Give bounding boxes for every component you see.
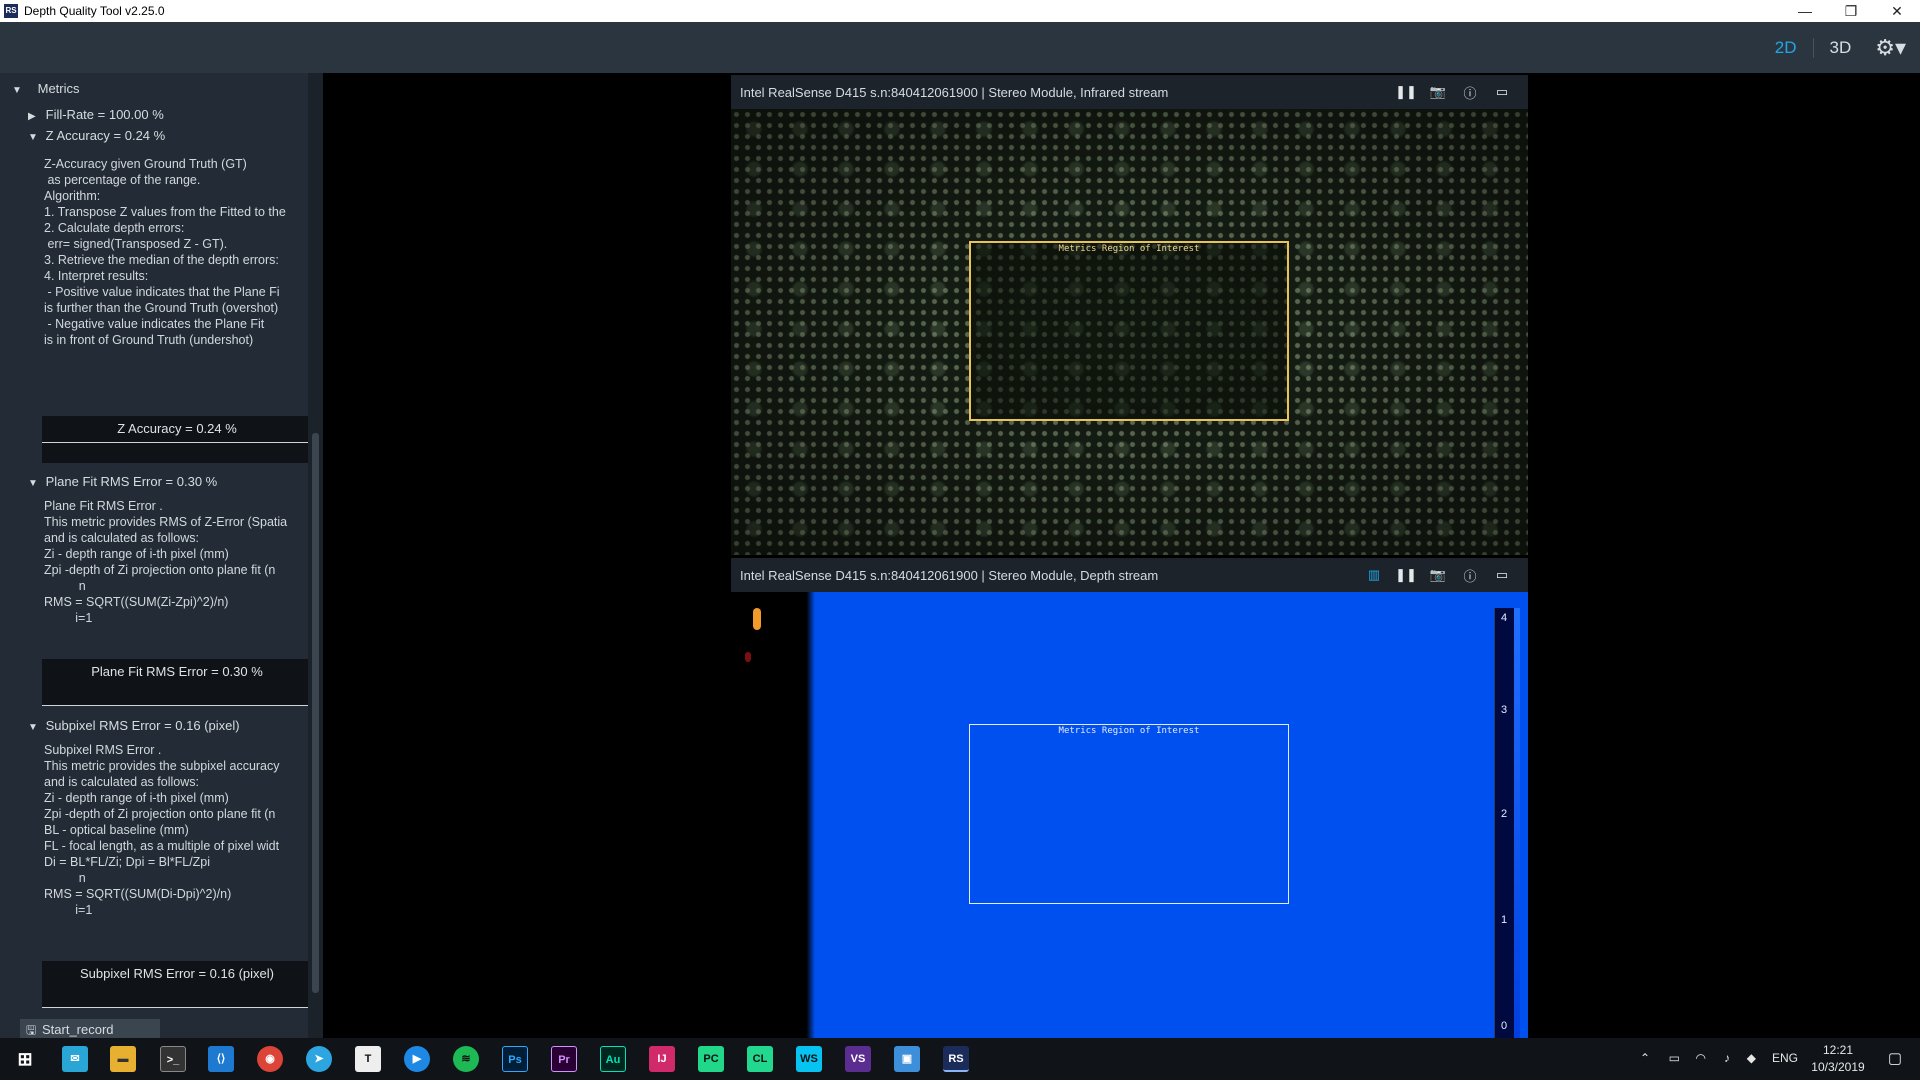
webstorm-icon[interactable]: WS: [796, 1046, 822, 1072]
collapse-triangle-icon: ▼: [12, 85, 22, 96]
expand-triangle-icon: ▶: [28, 111, 36, 122]
infrared-image: Metrics Region of Interest: [731, 109, 1528, 555]
mail-icon[interactable]: ✉: [62, 1046, 88, 1072]
typora-icon[interactable]: T: [355, 1046, 381, 1072]
colorbar-tick: 1: [1501, 914, 1508, 926]
colorbar-tick: 0: [1501, 1020, 1508, 1032]
premiere-icon[interactable]: Pr: [551, 1046, 577, 1072]
subpixel-description: Subpixel RMS Error . This metric provide…: [44, 743, 280, 917]
battery-icon[interactable]: ▭: [1669, 1051, 1680, 1065]
view-2d-button[interactable]: 2D: [1759, 37, 1814, 58]
windows-taskbar: ⊞ ✉ ▬ >_ ⟨⟩ ◉ ➤ T ▶ ≋ Ps Pr Au IJ PC CL …: [0, 1038, 1920, 1080]
terminal-icon[interactable]: >_: [160, 1046, 186, 1072]
pycharm-icon[interactable]: PC: [698, 1046, 724, 1072]
infrared-roi-rectangle: Metrics Region of Interest: [969, 241, 1289, 421]
colorbar-tick: 4: [1501, 612, 1508, 624]
plane-fit-value: Plane Fit RMS Error = 0.30 %: [91, 664, 263, 679]
notifications-icon[interactable]: ▢: [1888, 1049, 1902, 1067]
camera-snapshot-icon[interactable]: 📷: [1422, 567, 1454, 583]
roi-label: Metrics Region of Interest: [1058, 244, 1200, 254]
metrics-header[interactable]: ▼ Metrics: [12, 81, 80, 96]
fill-rate-header[interactable]: ▶ Fill-Rate = 100.00 %: [28, 107, 164, 122]
colorbar-tick: 3: [1501, 704, 1508, 716]
visual-studio-icon[interactable]: VS: [845, 1046, 871, 1072]
plane-fit-description: Plane Fit RMS Error . This metric provid…: [44, 499, 288, 625]
depth-stream-viewer: Intel RealSense D415 s.n:840412061900 | …: [731, 558, 1528, 1038]
photoshop-icon[interactable]: Ps: [502, 1046, 528, 1072]
chrome-icon[interactable]: ◉: [257, 1046, 283, 1072]
app-window-icon[interactable]: ▣: [894, 1046, 920, 1072]
infrared-stream-viewer: Intel RealSense D415 s.n:840412061900 | …: [731, 75, 1528, 555]
subpixel-header[interactable]: ▼ Subpixel RMS Error = 0.16 (pixel): [28, 718, 240, 733]
metrics-sidebar: ▼ Metrics ▶ Fill-Rate = 100.00 % ▼ Z Acc…: [0, 73, 323, 1041]
restore-button[interactable]: ❐: [1828, 0, 1874, 22]
collapse-triangle-icon: ▼: [28, 478, 38, 489]
app-logo-icon: RS: [4, 4, 18, 18]
z-accuracy-value: Z Accuracy = 0.24 %: [117, 421, 237, 436]
dropbox-icon[interactable]: ◆: [1747, 1051, 1756, 1065]
windows-start-icon[interactable]: ⊞: [12, 1046, 38, 1072]
close-button[interactable]: ✕: [1874, 0, 1920, 22]
depth-roi-rectangle: Metrics Region of Interest: [969, 724, 1289, 904]
intellij-icon[interactable]: IJ: [649, 1046, 675, 1072]
clion-icon[interactable]: CL: [747, 1046, 773, 1072]
roi-label: Metrics Region of Interest: [1058, 726, 1200, 736]
maximize-icon[interactable]: ▭: [1486, 567, 1518, 583]
settings-gear-icon[interactable]: ⚙▾: [1867, 35, 1920, 61]
window-title: Depth Quality Tool v2.25.0: [24, 4, 165, 18]
tray-chevron-icon[interactable]: ⌃: [1640, 1051, 1650, 1065]
z-accuracy-description: Z-Accuracy given Ground Truth (GT) as pe…: [44, 157, 286, 347]
subpixel-value-box: Subpixel RMS Error = 0.16 (pixel): [42, 961, 312, 1008]
view-3d-button[interactable]: 3D: [1814, 38, 1868, 58]
file-explorer-icon[interactable]: ▬: [110, 1046, 136, 1072]
z-accuracy-value-box: Z Accuracy = 0.24 %: [42, 416, 312, 463]
depth-image: Metrics Region of Interest 4 3 2 1 0: [731, 592, 1528, 1038]
collapse-triangle-icon: ▼: [28, 722, 38, 733]
window-titlebar: RS Depth Quality Tool v2.25.0 — ❐ ✕: [0, 0, 1920, 22]
maximize-icon[interactable]: ▭: [1486, 84, 1518, 100]
audition-icon[interactable]: Au: [600, 1046, 626, 1072]
info-icon[interactable]: ⓘ: [1454, 566, 1486, 585]
language-indicator[interactable]: ENG: [1772, 1051, 1798, 1065]
vscode-icon[interactable]: ⟨⟩: [208, 1046, 234, 1072]
collapse-triangle-icon: ▼: [28, 132, 38, 143]
top-toolbar: 2D 3D ⚙▾: [0, 22, 1920, 73]
spotify-icon[interactable]: ≋: [453, 1046, 479, 1072]
depth-colorbar: 4 3 2 1 0: [1494, 608, 1520, 1038]
depth-stream-header: Intel RealSense D415 s.n:840412061900 | …: [731, 558, 1528, 592]
depth-stream-title: Intel RealSense D415 s.n:840412061900 | …: [740, 567, 1159, 583]
info-icon[interactable]: ⓘ: [1454, 83, 1486, 102]
colorbar-tick: 2: [1501, 808, 1508, 820]
sidebar-scrollbar[interactable]: [308, 73, 323, 1038]
clock-time[interactable]: 12:21: [1808, 1043, 1868, 1057]
subpixel-value: Subpixel RMS Error = 0.16 (pixel): [80, 966, 274, 981]
infrared-stream-title: Intel RealSense D415 s.n:840412061900 | …: [740, 84, 1169, 100]
camera-snapshot-icon[interactable]: 📷: [1422, 84, 1454, 100]
media-player-icon[interactable]: ▶: [404, 1046, 430, 1072]
plane-fit-value-box: Plane Fit RMS Error = 0.30 %: [42, 659, 312, 706]
clock-date[interactable]: 10/3/2019: [1808, 1060, 1868, 1074]
wifi-icon[interactable]: ◠: [1696, 1051, 1706, 1065]
plane-fit-header[interactable]: ▼ Plane Fit RMS Error = 0.30 %: [28, 474, 217, 489]
volume-icon[interactable]: ♪: [1724, 1051, 1730, 1065]
realsense-app-icon[interactable]: RS: [943, 1046, 969, 1072]
pause-icon[interactable]: ❚❚: [1390, 84, 1422, 100]
histogram-icon[interactable]: ▥: [1358, 567, 1390, 583]
minimize-button[interactable]: —: [1782, 0, 1828, 22]
telegram-icon[interactable]: ➤: [306, 1046, 332, 1072]
pause-icon[interactable]: ❚❚: [1390, 567, 1422, 583]
scrollbar-thumb[interactable]: [312, 433, 319, 993]
infrared-stream-header: Intel RealSense D415 s.n:840412061900 | …: [731, 75, 1528, 109]
z-accuracy-header[interactable]: ▼ Z Accuracy = 0.24 %: [28, 128, 165, 143]
